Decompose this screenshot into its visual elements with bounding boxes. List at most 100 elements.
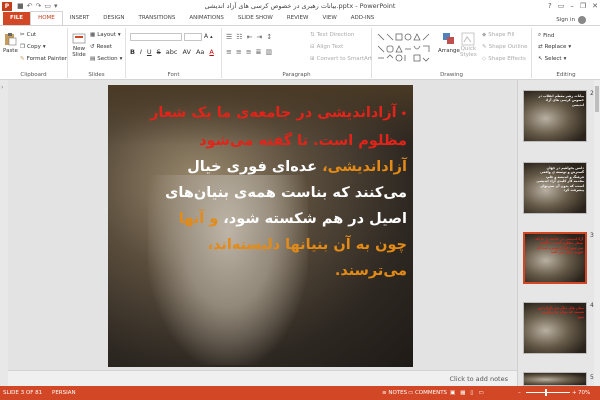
decrease-indent-icon[interactable]: ⇤ xyxy=(247,33,253,41)
tab-add-ins[interactable]: ADD-INS xyxy=(344,12,381,25)
start-slideshow-icon[interactable]: ▭ xyxy=(44,2,51,10)
new-slide-label-2: Slide xyxy=(72,52,86,58)
normal-view-icon[interactable]: ▣ xyxy=(450,390,460,396)
new-slide-button[interactable]: New Slide xyxy=(72,32,86,58)
scrollbar-thumb[interactable] xyxy=(595,86,599,112)
justify-icon[interactable]: ≣ xyxy=(256,48,262,56)
tab-design[interactable]: DESIGN xyxy=(96,12,131,25)
shape-outline-button[interactable]: ✎ Shape Outline xyxy=(482,44,527,50)
copy-button[interactable]: ❐ Copy ▾ xyxy=(20,44,46,50)
slide-editing-area: •آزاداندیشی در جامعه‌ی ما یک شعار مظلوم … xyxy=(8,80,517,370)
notes-pane[interactable]: Click to add notes xyxy=(8,370,517,386)
cut-button[interactable]: ✂ Cut xyxy=(20,32,36,38)
font-size-field[interactable] xyxy=(184,33,202,41)
italic-button[interactable]: I xyxy=(140,48,142,56)
thumbnail-scrollbar[interactable] xyxy=(594,80,600,386)
line-spacing-icon[interactable]: ↕ xyxy=(266,33,272,41)
underline-button[interactable]: U xyxy=(147,48,152,56)
replace-button[interactable]: ⇄ Replace ▾ xyxy=(538,44,571,50)
chevron-down-icon: ▾ xyxy=(568,44,572,50)
columns-icon[interactable]: ▥ xyxy=(266,48,273,56)
layout-button[interactable]: ▦ Layout ▾ xyxy=(90,32,121,38)
strikethrough-button[interactable]: S xyxy=(157,48,161,56)
shapes-gallery[interactable] xyxy=(376,32,434,64)
slide-thumbnail[interactable]: بیانات رهبر معظم انقلاب در خصوص کرسی های… xyxy=(523,90,587,142)
expand-arrow-icon[interactable]: › xyxy=(1,84,3,91)
tab-transitions[interactable]: TRANSITIONS xyxy=(131,12,182,25)
zoom-in-button[interactable]: + xyxy=(572,390,577,396)
zoom-slider-knob[interactable] xyxy=(545,389,547,396)
slide-text-box[interactable]: •آزاداندیشی در جامعه‌ی ما یک شعار مظلوم … xyxy=(117,100,407,284)
tab-insert[interactable]: INSERT xyxy=(63,12,96,25)
slide-sorter-icon[interactable]: ▦ xyxy=(460,390,470,396)
sign-in-link[interactable]: Sign in xyxy=(556,17,575,23)
zoom-slider[interactable] xyxy=(526,392,570,393)
undo-icon[interactable]: ↶ xyxy=(27,2,33,10)
align-center-icon[interactable]: ≡ xyxy=(236,48,242,56)
tab-animations[interactable]: ANIMATIONS xyxy=(182,12,231,25)
slide-thumbnail[interactable] xyxy=(523,372,587,386)
numbering-icon[interactable]: ☷ xyxy=(236,33,242,41)
current-slide[interactable]: •آزاداندیشی در جامعه‌ی ما یک شعار مظلوم … xyxy=(108,85,413,367)
section-button[interactable]: ▤ Section ▾ xyxy=(90,56,122,62)
align-text-label: Align Text xyxy=(316,44,344,50)
shape-effects-button[interactable]: ◇ Shape Effects xyxy=(482,56,526,62)
zoom-level[interactable]: 70% xyxy=(578,390,590,396)
customize-toolbar-icon[interactable]: ▾ xyxy=(54,2,58,10)
change-case-button[interactable]: Aa xyxy=(196,48,204,56)
slideshow-view-icon[interactable]: ▭ xyxy=(478,390,488,396)
align-right-icon[interactable]: ≡ xyxy=(246,48,252,56)
slide-thumbnail-selected[interactable]: آزاداندیشی در جامعه ی ما یک شعار مظلوم ا… xyxy=(523,232,587,284)
increase-font-icon[interactable]: A ▴ xyxy=(204,33,213,40)
section-icon: ▤ xyxy=(90,56,96,62)
bullets-icon[interactable]: ☰ xyxy=(226,33,232,41)
sign-in-area[interactable]: Sign in xyxy=(556,16,586,24)
title-bar: P ■ ↶ ↷ ▭ ▾ بیانات رهبری در خصوص کرسی ها… xyxy=(0,0,600,12)
ribbon-display-options-icon[interactable]: ▭ xyxy=(558,0,565,12)
select-label: Select xyxy=(544,56,562,62)
comments-toggle[interactable]: ▭ COMMENTS xyxy=(408,390,447,396)
notes-toggle[interactable]: ≡ NOTES xyxy=(382,390,407,396)
select-button[interactable]: ↖ Select ▾ xyxy=(538,56,566,62)
shape-fill-button[interactable]: ◆ Shape Fill xyxy=(482,32,515,38)
text-direction-button[interactable]: ⇅ Text Direction xyxy=(310,32,354,38)
restore-button[interactable]: ❐ xyxy=(580,0,586,12)
copy-label: Copy xyxy=(26,44,41,50)
text-shadow-button[interactable]: abc xyxy=(166,48,178,56)
slide-thumbnail[interactable]: بنیان های دیگر هم نگران این هستند که بنی… xyxy=(523,302,587,354)
font-name-field[interactable] xyxy=(130,33,182,41)
tab-file[interactable]: FILE xyxy=(3,12,31,25)
find-button[interactable]: ⌕ Find xyxy=(538,32,554,39)
redo-icon[interactable]: ↷ xyxy=(36,2,42,10)
save-icon[interactable]: ■ xyxy=(17,2,24,10)
thumbnail-background xyxy=(524,373,586,385)
shape-effects-label: Shape Effects xyxy=(488,56,526,62)
tab-review[interactable]: REVIEW xyxy=(280,12,316,25)
bullet-icon: • xyxy=(400,109,407,120)
format-painter-button[interactable]: ✎ Format Painter xyxy=(20,56,67,62)
help-button[interactable]: ? xyxy=(548,0,552,12)
reset-button[interactable]: ↺ Reset xyxy=(90,44,112,50)
avatar[interactable] xyxy=(578,16,586,24)
language-indicator[interactable]: PERSIAN xyxy=(52,390,76,396)
minimize-button[interactable]: – xyxy=(570,0,574,12)
bold-button[interactable]: B xyxy=(130,48,135,56)
character-spacing-button[interactable]: AV xyxy=(182,48,190,56)
replace-icon: ⇄ xyxy=(538,44,543,50)
convert-smartart-button[interactable]: ⊞ Convert to SmartArt xyxy=(310,56,372,62)
tab-slide-show[interactable]: SLIDE SHOW xyxy=(231,12,280,25)
paste-button[interactable]: Paste xyxy=(3,32,18,54)
font-color-button[interactable]: A xyxy=(209,48,213,56)
close-button[interactable]: ✕ xyxy=(592,0,598,12)
clipboard-group: Paste ✂ Cut ❐ Copy ▾ ✎ Format Painter Clipbo… xyxy=(0,28,68,78)
tab-home[interactable]: HOME xyxy=(30,11,63,25)
arrange-button[interactable]: Arrange xyxy=(438,32,460,54)
increase-indent-icon[interactable]: ⇥ xyxy=(256,33,262,41)
align-text-button[interactable]: ⊟ Align Text xyxy=(310,44,343,50)
paragraph-group: ☰ ☷ ⇤ ⇥ ↕ ≡ ≡ ≡ ≣ ▥ ⇅ Text Direction ⊟ Ali… xyxy=(222,28,372,78)
tab-view[interactable]: VIEW xyxy=(315,12,343,25)
zoom-out-button[interactable]: – xyxy=(518,390,521,396)
quick-styles-button[interactable]: Quick Styles xyxy=(460,32,477,58)
slide-thumbnail[interactable]: دانش بخواهیم در جهان گسترش و توسعه ی واق… xyxy=(523,162,587,214)
align-left-icon[interactable]: ≡ xyxy=(226,48,232,56)
